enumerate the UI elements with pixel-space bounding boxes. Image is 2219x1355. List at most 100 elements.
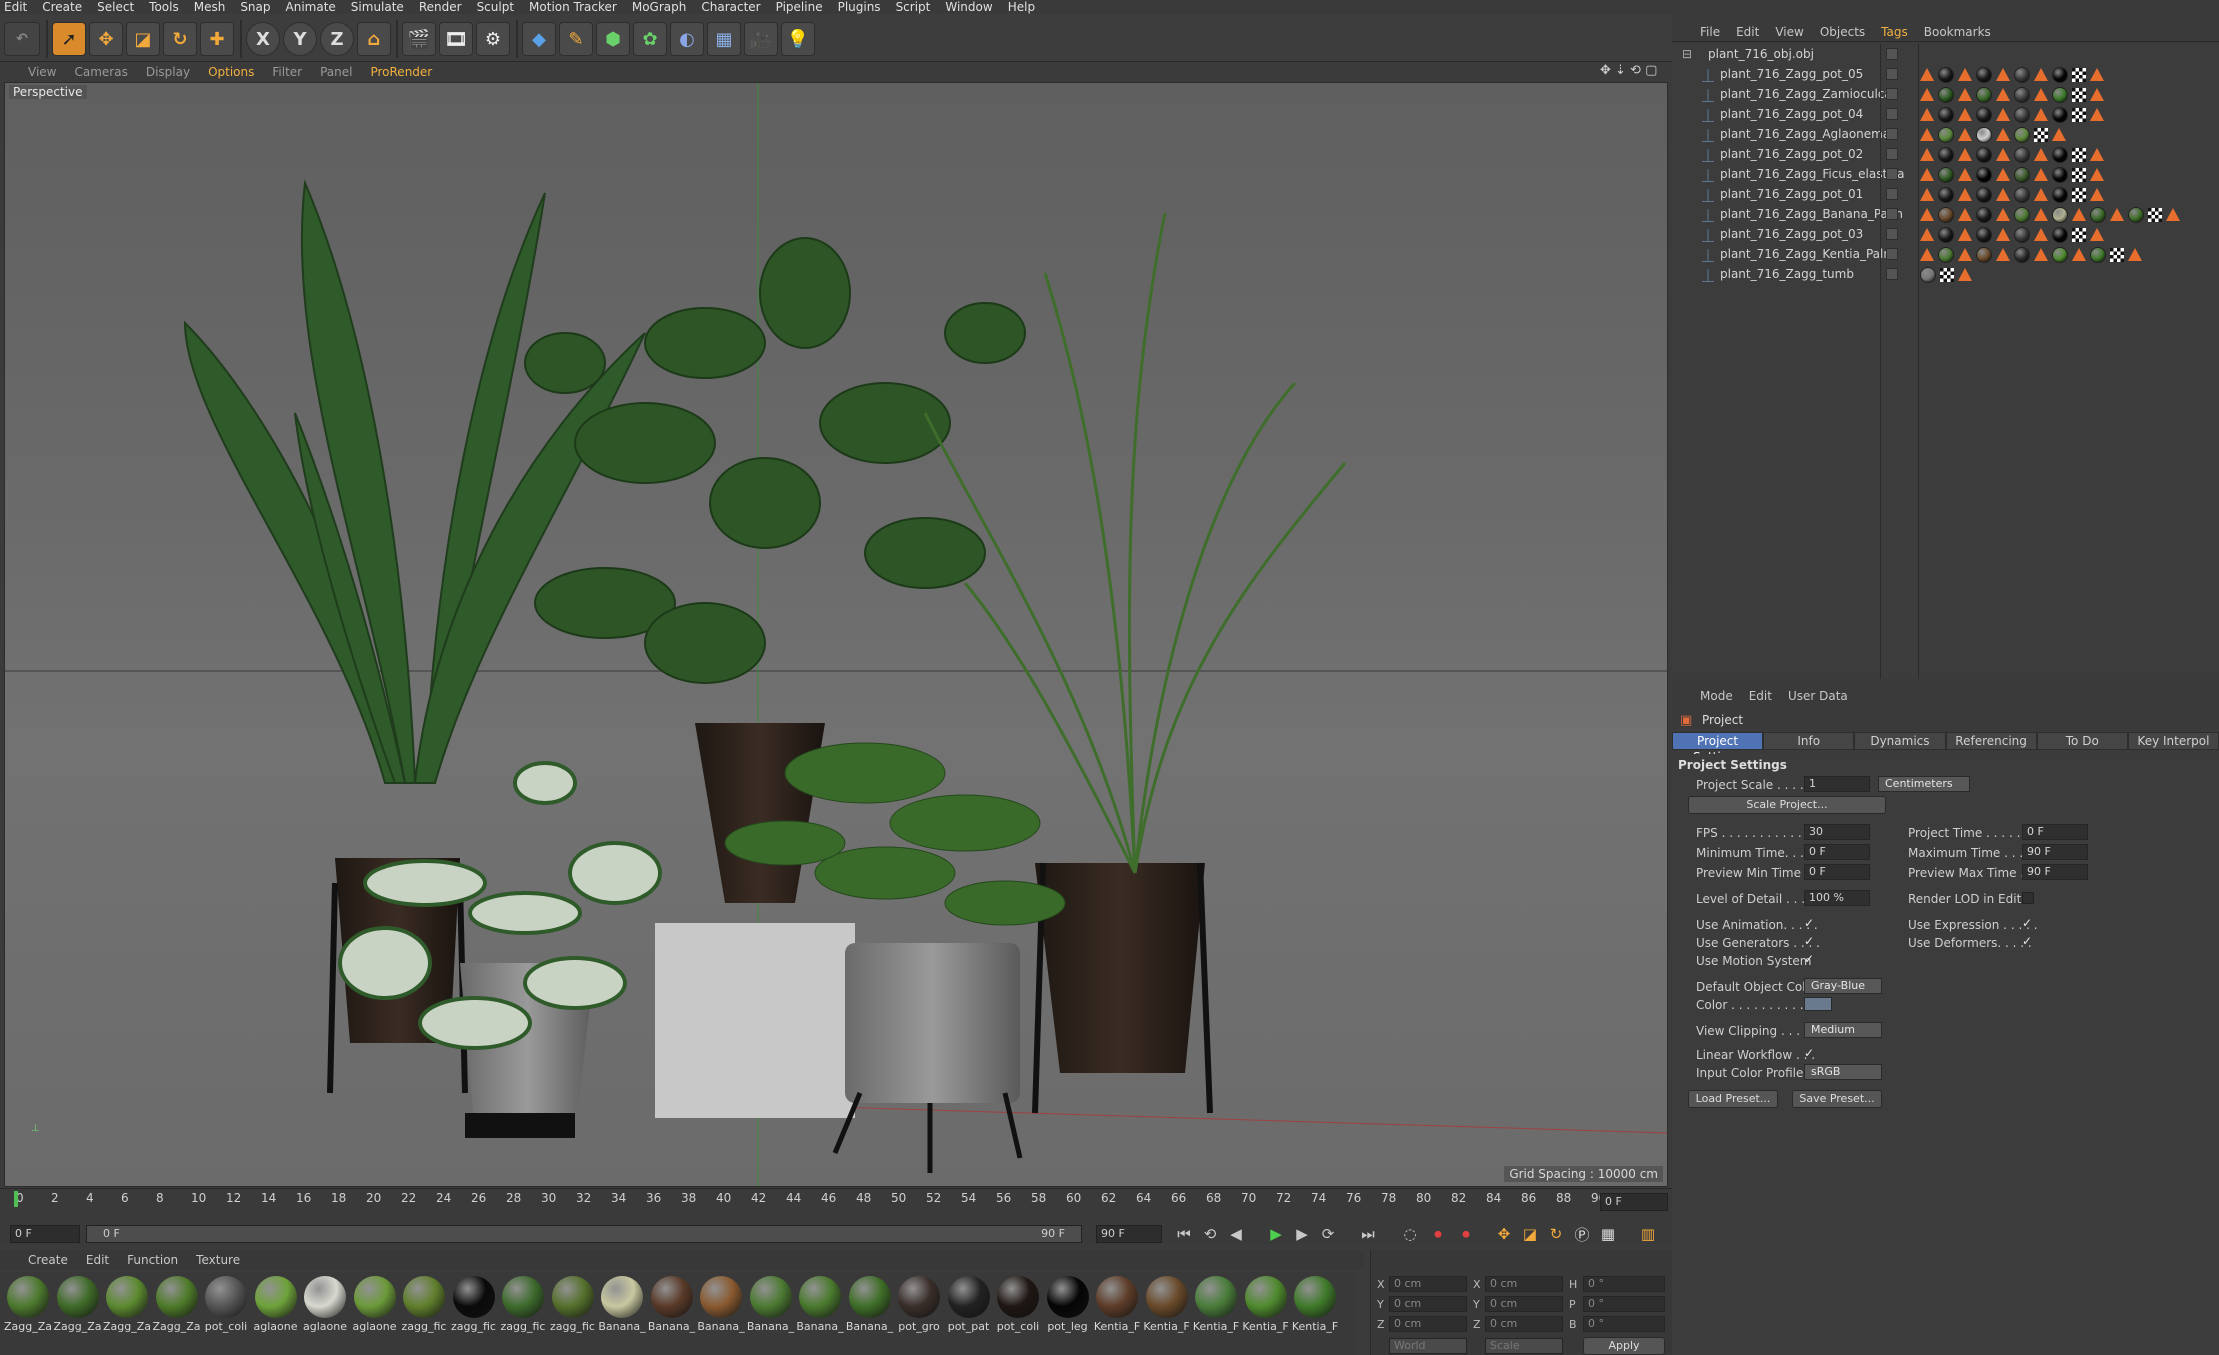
material-swatch[interactable]: Zagg_Za: [103, 1276, 151, 1333]
material-swatch[interactable]: Zagg_Za: [4, 1276, 52, 1333]
phong-tag-icon[interactable]: [2128, 248, 2142, 261]
object-row[interactable]: ⏊ plant_716_Zagg_Zamioculcas: [1672, 84, 2219, 104]
phong-tag-icon[interactable]: [2090, 68, 2104, 81]
goto-start-icon[interactable]: ⏮: [1172, 1223, 1196, 1245]
live-select-icon[interactable]: ✚: [200, 22, 234, 56]
key-param-icon[interactable]: Ⓟ: [1570, 1223, 1594, 1245]
subdivision-icon[interactable]: ⬢: [596, 22, 630, 56]
attribute-tab[interactable]: Key Interpol: [2127, 732, 2219, 750]
material-swatch[interactable]: zagg_fic: [499, 1276, 547, 1333]
current-frame-field[interactable]: 0 F: [10, 1225, 80, 1243]
object-row[interactable]: ⏊ plant_716_Zagg_Banana_Palm: [1672, 204, 2219, 224]
keyframe-icon[interactable]: ◌: [1398, 1223, 1422, 1245]
visibility-toggle[interactable]: [1886, 68, 1898, 80]
om-menu-item[interactable]: Tags: [1881, 25, 1908, 39]
timeline-layout-icon[interactable]: ▥: [1636, 1223, 1660, 1245]
attribute-tab[interactable]: Info: [1763, 732, 1855, 750]
uvw-tag-icon[interactable]: [1940, 268, 1954, 282]
root-object-row[interactable]: ⊟ plant_716_obj.obj: [1672, 44, 2219, 64]
menu-item[interactable]: Plugins: [838, 0, 881, 14]
object-row[interactable]: ⏊ plant_716_Zagg_Kentia_Palm: [1672, 244, 2219, 264]
material-tag-icon[interactable]: [1976, 67, 1992, 83]
default-color-dropdown[interactable]: Gray-Blue: [1804, 978, 1882, 994]
light-icon[interactable]: 💡: [781, 22, 815, 56]
phong-tag-icon[interactable]: [1958, 128, 1972, 141]
viewport-nav-icons[interactable]: ✥ ⇣ ⟲ ▢: [1600, 63, 1657, 78]
scale-project-button[interactable]: Scale Project...: [1688, 796, 1886, 814]
menu-item[interactable]: Snap: [240, 0, 270, 14]
uvw-tag-icon[interactable]: [2072, 168, 2086, 182]
min-time-field[interactable]: 0 F: [1804, 844, 1870, 860]
material-tag-icon[interactable]: [1938, 147, 1954, 163]
preview-max-field[interactable]: 90 F: [2022, 864, 2088, 880]
timeline-ruler[interactable]: 0 2 4 6 8 10 12 14 16 18 20 22 24 26 28 30 32 34 36 38 40 42 4…: [0, 1189, 1620, 1209]
phong-tag-icon[interactable]: [1958, 208, 1972, 221]
uvw-tag-icon[interactable]: [2072, 88, 2086, 102]
phong-tag-icon[interactable]: [1996, 228, 2010, 241]
phong-tag-icon[interactable]: [1920, 108, 1934, 121]
material-tag-icon[interactable]: [1976, 107, 1992, 123]
material-tag-icon[interactable]: [2052, 67, 2068, 83]
material-tag-icon[interactable]: [2014, 127, 2030, 143]
menu-item[interactable]: Animate: [286, 0, 336, 14]
phong-tag-icon[interactable]: [1920, 248, 1934, 261]
use-generators-checkbox[interactable]: ✓: [1804, 934, 1814, 948]
menu-item[interactable]: Script: [896, 0, 931, 14]
viewport-menu-item[interactable]: Panel: [320, 65, 352, 79]
coord-y-field[interactable]: 0 cm: [1389, 1296, 1467, 1312]
render-settings-icon[interactable]: ⚙: [476, 22, 510, 56]
menu-item[interactable]: Help: [1008, 0, 1035, 14]
material-menu-item[interactable]: Edit: [86, 1253, 109, 1267]
material-swatch[interactable]: Banana_: [598, 1276, 646, 1333]
material-tag-icon[interactable]: [1976, 187, 1992, 203]
object-row[interactable]: ⏊ plant_716_Zagg_pot_03: [1672, 224, 2219, 244]
playhead[interactable]: [14, 1191, 18, 1207]
rotate-tool-icon[interactable]: ↻: [163, 22, 197, 56]
material-swatch[interactable]: pot_leg: [1044, 1276, 1092, 1333]
x-axis-lock-button[interactable]: X: [246, 22, 280, 56]
material-swatch[interactable]: zagg_fic: [450, 1276, 498, 1333]
visibility-toggle[interactable]: [1886, 128, 1898, 140]
phong-tag-icon[interactable]: [1920, 148, 1934, 161]
project-time-field[interactable]: 0 F: [2022, 824, 2088, 840]
material-swatch[interactable]: pot_gro: [895, 1276, 943, 1333]
menu-item[interactable]: Character: [701, 0, 760, 14]
next-frame-icon[interactable]: ▶: [1290, 1223, 1314, 1245]
y-axis-lock-button[interactable]: Y: [283, 22, 317, 56]
material-swatch[interactable]: Kentia_F: [1192, 1276, 1240, 1333]
uvw-tag-icon[interactable]: [2072, 148, 2086, 162]
phong-tag-icon[interactable]: [1958, 248, 1972, 261]
material-tag-icon[interactable]: [2052, 207, 2068, 223]
viewport-menu-item[interactable]: Display: [146, 65, 190, 79]
material-tag-icon[interactable]: [1938, 67, 1954, 83]
size-x-field[interactable]: 0 cm: [1485, 1276, 1563, 1292]
am-menu-item[interactable]: Mode: [1700, 689, 1733, 703]
use-expression-checkbox[interactable]: ✓: [2022, 916, 2032, 930]
menu-item[interactable]: Mesh: [194, 0, 226, 14]
uvw-tag-icon[interactable]: [2034, 128, 2048, 142]
visibility-toggle[interactable]: [1886, 188, 1898, 200]
preview-min-field[interactable]: 0 F: [1804, 864, 1870, 880]
z-axis-lock-button[interactable]: Z: [320, 22, 354, 56]
phong-tag-icon[interactable]: [2166, 208, 2180, 221]
phong-tag-icon[interactable]: [1996, 128, 2010, 141]
phong-tag-icon[interactable]: [2052, 128, 2066, 141]
visibility-toggle[interactable]: [1886, 268, 1898, 280]
apply-button[interactable]: Apply: [1583, 1337, 1665, 1355]
phong-tag-icon[interactable]: [2034, 208, 2048, 221]
deformer-icon[interactable]: ◐: [670, 22, 704, 56]
material-tag-icon[interactable]: [2014, 87, 2030, 103]
phong-tag-icon[interactable]: [2090, 228, 2104, 241]
material-tag-icon[interactable]: [1938, 227, 1954, 243]
3d-viewport[interactable]: Perspective ⊥ Grid Spacing: 10000 cm: [4, 82, 1668, 1187]
phong-tag-icon[interactable]: [2034, 248, 2048, 261]
material-swatch[interactable]: Kentia_F: [1093, 1276, 1141, 1333]
om-menu-item[interactable]: Edit: [1736, 25, 1759, 39]
uvw-tag-icon[interactable]: [2110, 248, 2124, 262]
material-tag-icon[interactable]: [1976, 167, 1992, 183]
phong-tag-icon[interactable]: [1958, 68, 1972, 81]
phong-tag-icon[interactable]: [1996, 248, 2010, 261]
material-tag-icon[interactable]: [2014, 247, 2030, 263]
menu-item[interactable]: MoGraph: [632, 0, 687, 14]
material-tag-icon[interactable]: [1938, 87, 1954, 103]
